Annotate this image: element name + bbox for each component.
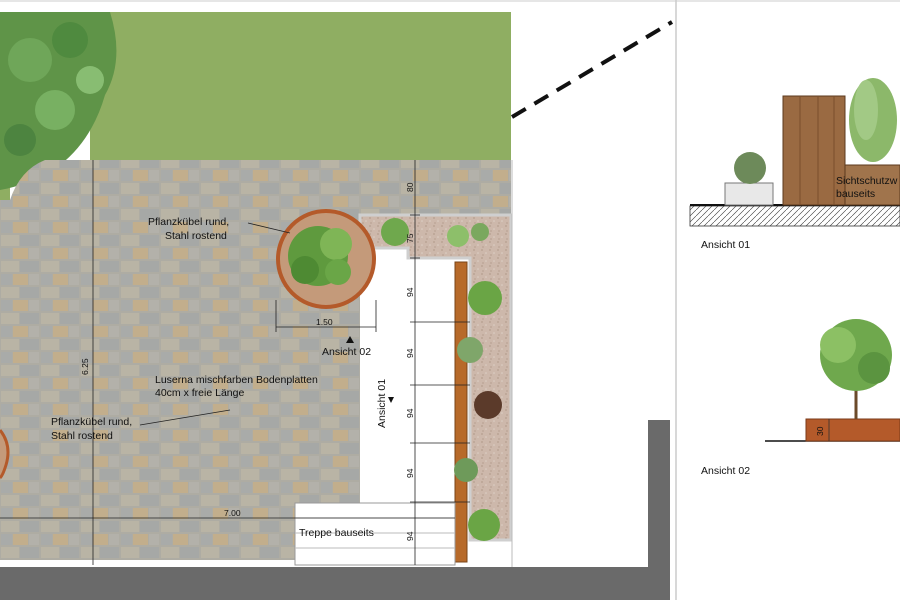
- low-shrub-icon: [734, 152, 766, 184]
- gravel-bed: [358, 213, 513, 542]
- site-plan: Pflanzkübel rund, Stahl rostend Luserna …: [0, 12, 674, 600]
- view02-title: Ansicht 02: [701, 465, 750, 477]
- low-planter: [724, 182, 774, 206]
- round-planter-top: [276, 209, 376, 309]
- screen-label-2: bauseits: [836, 188, 875, 200]
- dim-planter-width: 1.50: [316, 317, 333, 327]
- dim-94-e: 94: [405, 531, 415, 541]
- planter-left-label-2: Stahl rostend: [51, 430, 113, 442]
- planter-top-label-1: Pflanzkübel rund,: [148, 216, 229, 228]
- elevation-view02: 30 Ansicht 02: [701, 319, 900, 477]
- plan-drawing: Pflanzkübel rund, Stahl rostend Luserna …: [0, 0, 900, 600]
- paving-label-1: Luserna mischfarben Bodenplatten: [155, 374, 318, 386]
- view02-marker: Ansicht 02: [322, 346, 371, 358]
- dim-94-a: 94: [405, 287, 415, 297]
- elevation-view01: Sichtschutzw bauseits Ansicht 01: [689, 78, 900, 251]
- paving-label-2: 40cm x freie Länge: [155, 387, 244, 399]
- dim-total-width: 7.00: [224, 508, 241, 518]
- view01-marker: Ansicht 01: [376, 379, 388, 428]
- planter-left-label-1: Pflanzkübel rund,: [51, 416, 132, 428]
- dim-total-height: 6.25: [80, 358, 90, 375]
- boundary-wall: [0, 567, 670, 600]
- bamboo-icon: [849, 78, 897, 162]
- wood-bench: [454, 261, 468, 563]
- planter-top-label-2: Stahl rostend: [165, 230, 227, 242]
- property-line: [510, 20, 674, 119]
- garden-plan-sheet: Pflanzkübel rund, Stahl rostend Luserna …: [0, 0, 900, 600]
- tree-icon: [820, 319, 892, 419]
- dim-94-d: 94: [405, 468, 415, 478]
- screen-label-1: Sichtschutzw: [836, 175, 898, 187]
- dim-94-b: 94: [405, 348, 415, 358]
- dim-planter-height: 30: [815, 426, 825, 436]
- view01-title: Ansicht 01: [701, 239, 750, 251]
- lawn-area: [90, 12, 511, 160]
- side-wall: [648, 420, 670, 570]
- dim-80: 80: [405, 182, 415, 192]
- dim-94-c: 94: [405, 408, 415, 418]
- dim-75: 75: [405, 233, 415, 243]
- stairs-label: Treppe bauseits: [299, 527, 374, 539]
- view01-arrow-icon: [388, 397, 394, 403]
